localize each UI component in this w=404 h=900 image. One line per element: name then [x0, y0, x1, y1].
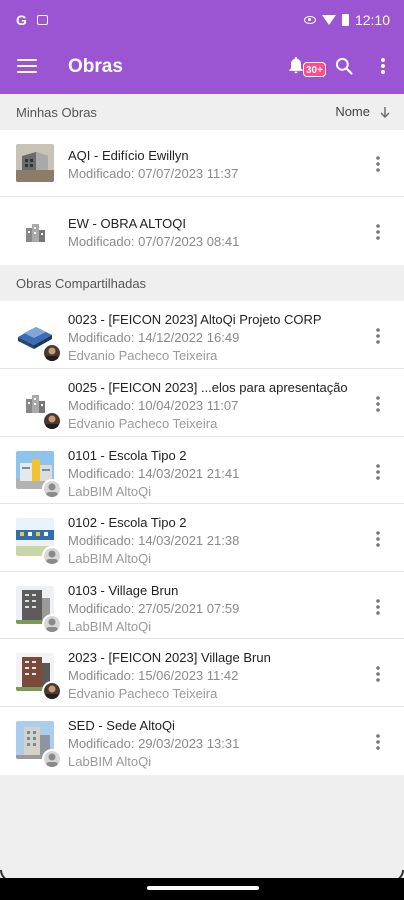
avatar: [42, 343, 62, 363]
home-handle[interactable]: [147, 886, 259, 890]
section-title: Obras Compartilhadas: [16, 275, 147, 291]
wifi-icon: [321, 15, 336, 25]
more-vertical-icon[interactable]: [372, 530, 384, 548]
list-item[interactable]: AQI - Edifício Ewillyn Modificado: 07/07…: [0, 130, 404, 197]
building-photo-thumbnail: [16, 144, 54, 182]
work-modified: Modificado: 14/03/2021 21:38: [68, 533, 240, 548]
notification-badge: 30+: [303, 62, 326, 77]
menu-icon[interactable]: [17, 59, 37, 73]
sort-button[interactable]: Nome: [335, 104, 390, 119]
work-modified: Modificado: 15/06/2023 11:42: [68, 668, 239, 683]
navigation-bar: [0, 878, 404, 900]
page-title: Obras: [68, 56, 123, 77]
work-modified: Modificado: 07/07/2023 08:41: [68, 234, 240, 249]
sort-label: Nome: [335, 104, 370, 119]
work-title: 0103 - Village Brun: [68, 583, 179, 598]
list-item[interactable]: 0102 - Escola Tipo 2 Modificado: 14/03/2…: [0, 504, 404, 572]
avatar: [42, 479, 62, 499]
battery-icon: [341, 14, 349, 26]
section-title: Minhas Obras: [16, 104, 97, 120]
app-bar: Obras 30+: [0, 40, 404, 94]
work-modified: Modificado: 27/05/2021 07:59: [68, 601, 240, 616]
list-item[interactable]: 0023 - [FEICON 2023] AltoQi Projeto CORP…: [0, 301, 404, 369]
avatar: [42, 681, 62, 701]
work-owner: Edvanio Pacheco Teixeira: [68, 348, 218, 363]
work-owner: Edvanio Pacheco Teixeira: [68, 686, 218, 701]
list-item[interactable]: SED - Sede AltoQi Modificado: 29/03/2023…: [0, 707, 404, 775]
building-icon-thumbnail: [16, 212, 54, 250]
more-vertical-icon[interactable]: [377, 57, 389, 75]
work-title: 0102 - Escola Tipo 2: [68, 515, 187, 530]
work-modified: Modificado: 14/03/2021 21:41: [68, 466, 240, 481]
shared-works-list: 0023 - [FEICON 2023] AltoQi Projeto CORP…: [0, 301, 404, 775]
more-vertical-icon[interactable]: [372, 463, 384, 481]
work-title: 2023 - [FEICON 2023] Village Brun: [68, 650, 271, 665]
list-item[interactable]: EW - OBRA ALTOQI Modificado: 07/07/2023 …: [0, 197, 404, 265]
work-owner: LabBIM AltoQi: [68, 754, 152, 769]
work-owner: LabBIM AltoQi: [68, 619, 152, 634]
work-owner: LabBIM AltoQi: [68, 551, 152, 566]
more-vertical-icon[interactable]: [372, 327, 384, 345]
work-title: AQI - Edifício Ewillyn: [68, 148, 189, 163]
work-title: 0025 - [FEICON 2023] ...elos para aprese…: [68, 380, 348, 395]
more-vertical-icon[interactable]: [372, 665, 384, 683]
list-item[interactable]: 2023 - [FEICON 2023] Village Brun Modifi…: [0, 639, 404, 707]
g-icon: G: [16, 12, 27, 28]
more-vertical-icon[interactable]: [372, 733, 384, 751]
list-item[interactable]: 0025 - [FEICON 2023] ...elos para aprese…: [0, 369, 404, 437]
more-vertical-icon[interactable]: [372, 223, 384, 241]
work-title: SED - Sede AltoQi: [68, 718, 175, 733]
search-icon[interactable]: [334, 56, 354, 76]
work-title: EW - OBRA ALTOQI: [68, 216, 186, 231]
avatar: [42, 411, 62, 431]
more-vertical-icon[interactable]: [372, 395, 384, 413]
arrow-down-icon: [380, 106, 390, 118]
message-icon: [36, 15, 48, 25]
status-bar: G 12:10: [0, 0, 404, 40]
section-header-my-works: Minhas Obras Nome: [0, 94, 404, 130]
work-modified: Modificado: 14/12/2022 16:49: [68, 330, 240, 345]
work-title: 0101 - Escola Tipo 2: [68, 448, 187, 463]
section-header-shared-works: Obras Compartilhadas: [0, 265, 404, 301]
status-time: 12:10: [354, 12, 390, 28]
avatar: [42, 749, 62, 769]
list-item[interactable]: 0101 - Escola Tipo 2 Modificado: 14/03/2…: [0, 437, 404, 504]
work-modified: Modificado: 29/03/2023 13:31: [68, 736, 240, 751]
list-item[interactable]: 0103 - Village Brun Modificado: 27/05/20…: [0, 572, 404, 639]
avatar: [42, 546, 62, 566]
work-modified: Modificado: 07/07/2023 11:37: [68, 166, 239, 181]
avatar: [42, 614, 62, 634]
more-vertical-icon[interactable]: [372, 155, 384, 173]
work-modified: Modificado: 10/04/2023 11:07: [68, 398, 239, 413]
work-owner: Edvanio Pacheco Teixeira: [68, 416, 218, 431]
eye-icon: [303, 16, 316, 24]
work-owner: LabBIM AltoQi: [68, 484, 152, 499]
my-works-list: AQI - Edifício Ewillyn Modificado: 07/07…: [0, 130, 404, 265]
work-title: 0023 - [FEICON 2023] AltoQi Projeto CORP: [68, 312, 322, 327]
notifications-button[interactable]: 30+: [286, 54, 326, 80]
more-vertical-icon[interactable]: [372, 598, 384, 616]
